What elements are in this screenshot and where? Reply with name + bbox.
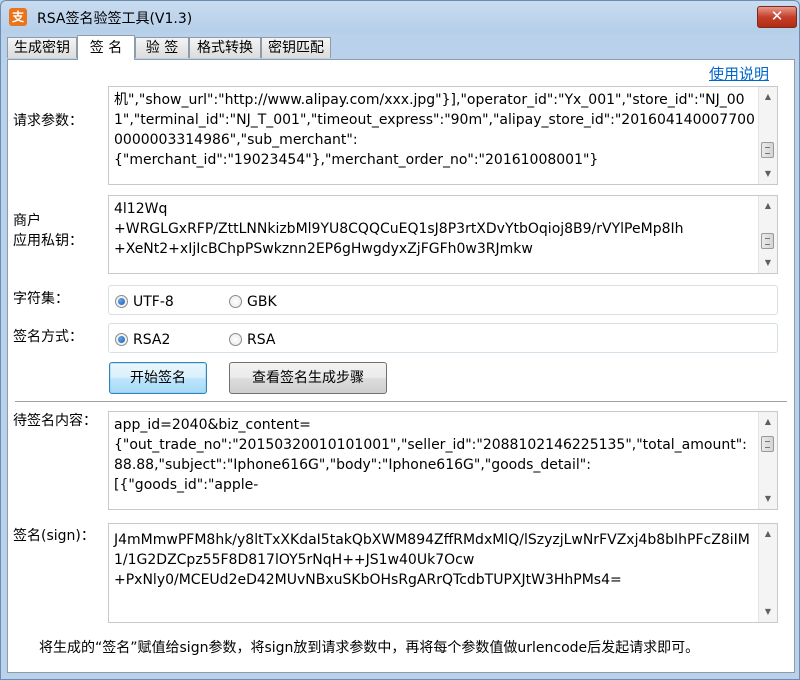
view-sign-steps-button[interactable]: 查看签名生成步骤 bbox=[229, 362, 387, 394]
scroll-up-icon[interactable]: ▲ bbox=[759, 526, 777, 542]
private-key-text: 4l12Wq +WRGLGxRFP/ZttLNNkizbMl9YU8CQQCuE… bbox=[114, 201, 684, 257]
scroll-down-icon[interactable]: ▼ bbox=[759, 604, 777, 620]
pending-content-text: app_id=2040&biz_content= {"out_trade_no"… bbox=[114, 417, 747, 493]
request-params-label: 请求参数： bbox=[13, 113, 83, 129]
charset-label: 字符集： bbox=[13, 291, 69, 307]
scroll-down-icon[interactable]: ▼ bbox=[759, 166, 777, 182]
sign-method-option-label: RSA bbox=[247, 332, 276, 348]
radio-unchecked-icon[interactable] bbox=[229, 333, 242, 346]
footer-note: 将生成的“签名”赋值给sign参数，将sign放到请求参数中，再将每个参数值做u… bbox=[39, 640, 700, 656]
pending-content-label: 待签名内容： bbox=[13, 413, 97, 429]
private-key-textarea[interactable]: 4l12Wq +WRGLGxRFP/ZttLNNkizbMl9YU8CQQCuE… bbox=[108, 195, 778, 274]
app-logo-icon: 支 bbox=[9, 8, 27, 26]
tab-sign[interactable]: 签 名 bbox=[77, 35, 135, 60]
request-params-scrollbar[interactable]: ▲ ▼ bbox=[758, 87, 777, 184]
scroll-down-icon[interactable]: ▼ bbox=[759, 491, 777, 507]
signature-label: 签名(sign)： bbox=[13, 528, 95, 544]
close-button[interactable]: ✕ bbox=[757, 6, 797, 28]
section-divider bbox=[15, 401, 787, 403]
scroll-up-icon[interactable]: ▲ bbox=[759, 89, 777, 105]
charset-group: UTF-8 GBK bbox=[108, 285, 778, 315]
start-sign-button[interactable]: 开始签名 bbox=[109, 362, 207, 394]
private-key-label-line2: 应用私钥： bbox=[13, 233, 83, 249]
scroll-up-icon[interactable]: ▲ bbox=[759, 414, 777, 430]
pending-content-scrollbar[interactable]: ▲ ▼ bbox=[758, 412, 777, 509]
app-window: 支 RSA签名验签工具(V1.3) ✕ 生成密钥 签 名 验 签 格式转换 密钥… bbox=[0, 0, 800, 680]
tab-verify[interactable]: 验 签 bbox=[135, 37, 189, 58]
charset-option-label: GBK bbox=[247, 294, 277, 310]
sign-method-group: RSA2 RSA bbox=[108, 323, 778, 353]
radio-unchecked-icon[interactable] bbox=[229, 295, 242, 308]
scroll-up-icon[interactable]: ▲ bbox=[759, 198, 777, 214]
sign-method-label: 签名方式： bbox=[13, 329, 83, 345]
private-key-label-line1: 商户 bbox=[13, 213, 41, 229]
charset-option-label: UTF-8 bbox=[133, 294, 174, 310]
scroll-thumb[interactable] bbox=[761, 142, 774, 158]
signature-text: J4mMmwPFM8hk/y8ltTxXKdaI5takQbXWM894ZffR… bbox=[114, 532, 750, 588]
tab-key-match[interactable]: 密钥匹配 bbox=[261, 37, 331, 58]
pending-content-textarea[interactable]: app_id=2040&biz_content= {"out_trade_no"… bbox=[108, 411, 778, 510]
scroll-thumb[interactable] bbox=[761, 436, 774, 452]
help-link[interactable]: 使用说明 bbox=[709, 63, 769, 84]
request-params-textarea[interactable]: 机","show_url":"http://www.alipay.com/xxx… bbox=[108, 86, 778, 185]
request-params-text: 机","show_url":"http://www.alipay.com/xxx… bbox=[114, 92, 755, 168]
tab-generate-key[interactable]: 生成密钥 bbox=[7, 37, 77, 58]
private-key-scrollbar[interactable]: ▲ ▼ bbox=[758, 196, 777, 273]
radio-checked-icon[interactable] bbox=[115, 333, 128, 346]
sign-method-option-label: RSA2 bbox=[133, 332, 171, 348]
tab-format-convert[interactable]: 格式转换 bbox=[189, 37, 261, 58]
radio-checked-icon[interactable] bbox=[115, 295, 128, 308]
signature-textarea[interactable]: J4mMmwPFM8hk/y8ltTxXKdaI5takQbXWM894ZffR… bbox=[108, 523, 778, 623]
window-title: RSA签名验签工具(V1.3) bbox=[37, 11, 193, 27]
scroll-down-icon[interactable]: ▼ bbox=[759, 255, 777, 271]
signature-scrollbar[interactable]: ▲ ▼ bbox=[758, 524, 777, 622]
title-bar[interactable]: 支 RSA签名验签工具(V1.3) ✕ bbox=[1, 1, 799, 33]
scroll-thumb[interactable] bbox=[761, 233, 774, 249]
